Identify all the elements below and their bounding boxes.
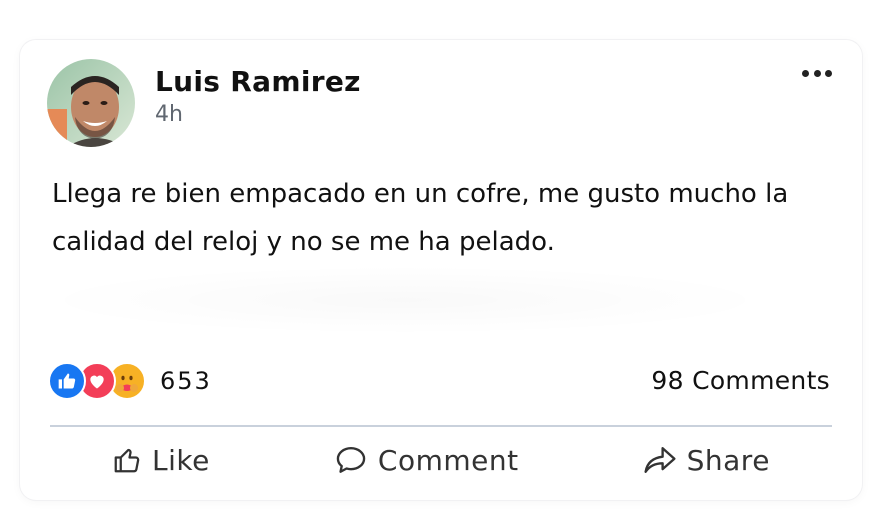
- comment-label: Comment: [377, 443, 519, 477]
- author-name[interactable]: Luis Ramirez: [155, 65, 361, 98]
- comment-bubble-icon: [336, 447, 366, 473]
- like-reaction-icon: [48, 362, 86, 400]
- thumbs-up-icon: [114, 448, 140, 473]
- post-text: Llega re bien empacado en un cofre, me g…: [52, 179, 789, 257]
- post-card: Luis Ramirez 4h Llega re bien empacado e…: [20, 40, 862, 500]
- divider: [50, 425, 832, 427]
- more-options-icon[interactable]: [802, 68, 832, 78]
- share-button[interactable]: Share: [643, 444, 770, 477]
- blurred-content: [30, 265, 780, 335]
- reaction-count: 653: [160, 367, 212, 395]
- avatar[interactable]: [47, 59, 135, 147]
- comment-button[interactable]: Comment: [334, 444, 519, 477]
- like-label: Like: [152, 443, 210, 477]
- reactions-summary[interactable]: 653: [48, 362, 212, 400]
- share-arrow-icon: [644, 447, 676, 473]
- profile-photo: [47, 59, 135, 147]
- dot: [825, 69, 832, 77]
- dot: [813, 69, 821, 77]
- like-button[interactable]: Like: [112, 444, 210, 477]
- share-label: Share: [686, 443, 770, 477]
- comments-count-link[interactable]: 98 Comments: [651, 366, 830, 395]
- post-timestamp[interactable]: 4h: [155, 102, 183, 127]
- dot: [802, 69, 809, 77]
- action-bar: Like Comment Share: [50, 436, 832, 484]
